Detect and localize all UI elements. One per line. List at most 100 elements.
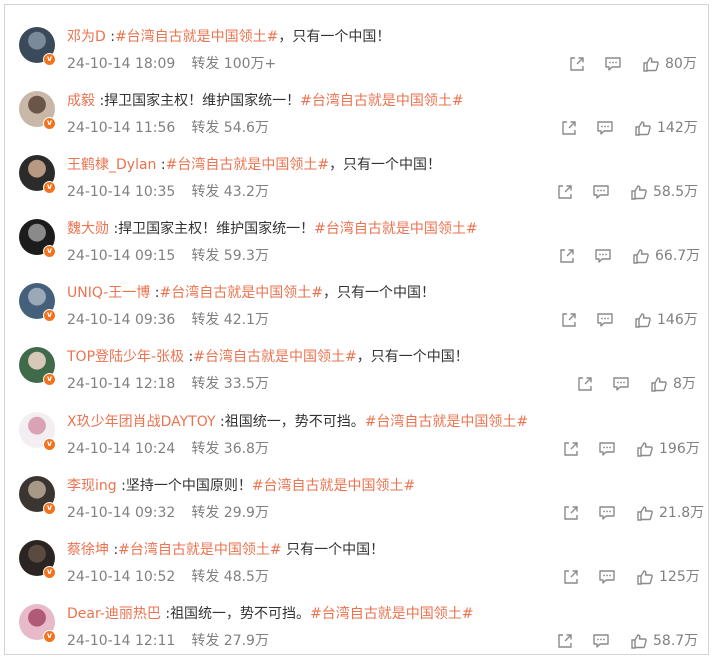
comment-icon <box>605 57 621 71</box>
comment-item: v Dear-迪丽热巴 :祖国统一，势不可挡。#台湾自古就是中国领土# 24-10-… <box>5 590 708 654</box>
repost-count: 27.9万 <box>223 633 269 649</box>
like-button[interactable] <box>633 310 653 330</box>
share-icon <box>560 249 574 263</box>
topic-hashtag-link[interactable]: #台湾自古就是中国领土# <box>300 93 463 109</box>
username-link[interactable]: TOP登陆少年-张极 <box>67 349 184 365</box>
comment-item: v 邓为D :#台湾自古就是中国领土#，只有一个中国！ 24-10-14 18:09… <box>5 13 708 77</box>
comment-icon <box>593 185 609 199</box>
share-icon <box>578 377 592 391</box>
comment-item: v 魏大勋 :捍卫国家主权！维护国家统一！#台湾自古就是中国领土# 24-10-14… <box>5 205 708 269</box>
topic-hashtag-link[interactable]: #台湾自古就是中国领土# <box>314 221 477 237</box>
like-icon <box>643 57 659 72</box>
timestamp: 24-10-14 10:52 <box>67 569 176 585</box>
comment-button[interactable] <box>591 182 611 202</box>
comment-text: 成毅 :捍卫国家主权！维护国家统一！#台湾自古就是中国领土# <box>67 91 464 111</box>
username-link[interactable]: Dear-迪丽热巴 <box>67 606 161 622</box>
comment-body: 只有一个中国！ <box>281 542 385 558</box>
like-icon <box>631 634 647 649</box>
comment-button[interactable] <box>603 54 623 74</box>
comment-icon <box>599 570 615 584</box>
share-button[interactable] <box>567 54 587 74</box>
timestamp: 24-10-14 09:32 <box>67 505 176 521</box>
like-icon <box>635 313 651 328</box>
like-icon <box>635 121 651 136</box>
comment-item: v X玖少年团肖战DAYTOY :祖国统一，势不可挡。#台湾自古就是中国领土# 24… <box>5 398 708 462</box>
like-button[interactable] <box>629 182 649 202</box>
comment-icon <box>597 121 613 135</box>
comment-button[interactable] <box>595 118 615 138</box>
topic-hashtag-link[interactable]: #台湾自古就是中国领土# <box>166 157 329 173</box>
verified-badge-icon: v <box>43 630 56 643</box>
username-link[interactable]: 成毅 <box>67 93 95 109</box>
like-count: 66.7万 <box>655 248 701 264</box>
topic-hashtag-link[interactable]: #台湾自古就是中国领土# <box>310 606 473 622</box>
verified-badge-icon: v <box>43 53 56 66</box>
comment-text: 王鹤棣_Dylan :#台湾自古就是中国领土#，只有一个中国！ <box>67 155 441 175</box>
separator: : <box>109 221 119 237</box>
comment-button[interactable] <box>597 439 617 459</box>
like-count: 8万 <box>673 376 696 392</box>
share-icon <box>562 313 576 327</box>
repost-label: 转发 <box>191 569 220 585</box>
share-button[interactable] <box>557 246 577 266</box>
comment-text: X玖少年团肖战DAYTOY :祖国统一，势不可挡。#台湾自古就是中国领土# <box>67 412 528 432</box>
share-button[interactable] <box>561 439 581 459</box>
like-button[interactable] <box>641 54 661 74</box>
like-button[interactable] <box>633 118 653 138</box>
username-link[interactable]: 邓为D <box>67 29 106 45</box>
username-link[interactable]: 魏大勋 <box>67 221 109 237</box>
verified-badge-icon: v <box>43 566 56 579</box>
like-count: 58.5万 <box>653 184 699 200</box>
username-link[interactable]: 王鹤棣_Dylan <box>67 157 156 173</box>
comment-meta: 24-10-14 09:36 转发 42.1万 <box>67 310 269 330</box>
username-link[interactable]: UNIQ-王一博 <box>67 285 150 301</box>
like-button[interactable] <box>649 374 669 394</box>
separator: : <box>116 478 126 494</box>
like-icon <box>651 377 667 392</box>
repost-count: 100万+ <box>223 56 277 72</box>
share-button[interactable] <box>555 182 575 202</box>
verified-badge-icon: v <box>43 373 56 386</box>
like-button[interactable] <box>635 439 655 459</box>
share-button[interactable] <box>559 118 579 138</box>
comment-meta: 24-10-14 11:56 转发 54.6万 <box>67 118 269 138</box>
comment-button[interactable] <box>593 246 613 266</box>
topic-hashtag-link[interactable]: #台湾自古就是中国领土# <box>115 29 278 45</box>
share-button[interactable] <box>555 631 575 651</box>
comment-body: ，只有一个中国！ <box>322 285 435 301</box>
username-link[interactable]: 蔡徐坤 <box>67 542 109 558</box>
comment-body: 祖国统一，势不可挡。 <box>170 606 311 622</box>
username-link[interactable]: 李现ing <box>67 478 117 494</box>
comment-item: v TOP登陆少年-张极 :#台湾自古就是中国领土#，只有一个中国！ 24-10-1… <box>5 333 708 397</box>
like-button[interactable] <box>635 567 655 587</box>
username-link[interactable]: X玖少年团肖战DAYTOY <box>67 414 216 430</box>
topic-hashtag-link[interactable]: #台湾自古就是中国领土# <box>159 285 322 301</box>
comment-item: v UNIQ-王一博 :#台湾自古就是中国领土#，只有一个中国！ 24-10-14 … <box>5 269 708 333</box>
like-button[interactable] <box>631 246 651 266</box>
separator: : <box>160 606 171 622</box>
comment-button[interactable] <box>597 567 617 587</box>
separator: : <box>109 542 119 558</box>
like-count: 146万 <box>657 312 698 328</box>
like-button[interactable] <box>629 631 649 651</box>
comment-button[interactable] <box>591 631 611 651</box>
comment-icon <box>595 249 611 263</box>
topic-hashtag-link[interactable]: #台湾自古就是中国领土# <box>193 349 356 365</box>
repost-label: 转发 <box>191 441 220 457</box>
topic-hashtag-link[interactable]: #台湾自古就是中国领土# <box>118 542 281 558</box>
timestamp: 24-10-14 10:35 <box>67 184 176 200</box>
share-button[interactable] <box>575 374 595 394</box>
comment-button[interactable] <box>597 503 617 523</box>
verified-badge-icon: v <box>43 438 56 451</box>
like-count: 58.7万 <box>653 633 699 649</box>
topic-hashtag-link[interactable]: #台湾自古就是中国领土# <box>365 414 528 430</box>
share-button[interactable] <box>559 310 579 330</box>
comment-icon <box>599 506 615 520</box>
comment-button[interactable] <box>611 374 631 394</box>
share-button[interactable] <box>561 503 581 523</box>
comment-button[interactable] <box>595 310 615 330</box>
share-button[interactable] <box>561 567 581 587</box>
like-button[interactable] <box>635 503 655 523</box>
share-icon <box>564 506 578 520</box>
topic-hashtag-link[interactable]: #台湾自古就是中国领土# <box>252 478 415 494</box>
